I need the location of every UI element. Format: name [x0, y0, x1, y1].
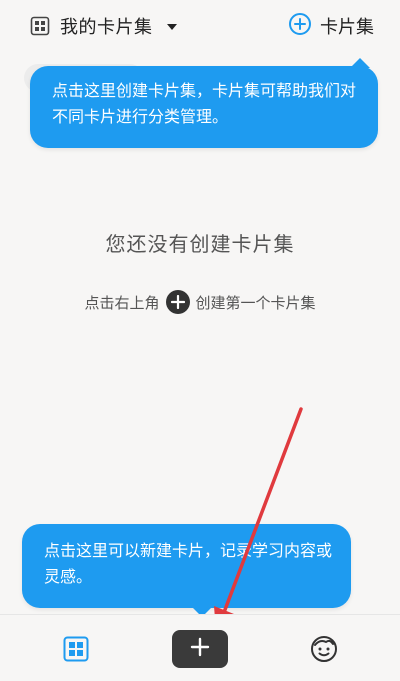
- new-card-tooltip: 点击这里可以新建卡片，记录学习内容或灵感。: [22, 524, 351, 617]
- plus-circle-icon: [288, 12, 312, 40]
- collection-switcher[interactable]: 我的卡片集: [30, 13, 177, 39]
- smiley-face-icon: [310, 636, 338, 667]
- empty-state-hint: 点击右上角 创建第一个卡片集: [0, 290, 400, 314]
- bottom-navigation: [0, 614, 400, 681]
- create-collection-tooltip: 点击这里创建卡片集，卡片集可帮助我们对不同卡片进行分类管理。: [30, 58, 378, 148]
- new-collection-button[interactable]: 卡片集: [288, 12, 374, 40]
- top-bar: 我的卡片集 卡片集: [0, 0, 400, 52]
- empty-hint-before: 点击右上角: [84, 293, 160, 312]
- collection-title: 我的卡片集: [60, 17, 153, 38]
- nav-profile-tab[interactable]: [310, 635, 338, 667]
- caret-down-icon[interactable]: [166, 24, 177, 30]
- empty-state-title: 您还没有创建卡片集: [105, 232, 295, 256]
- add-card-button[interactable]: [172, 630, 228, 668]
- new-collection-label: 卡片集: [320, 17, 374, 38]
- create-collection-tooltip-text: 点击这里创建卡片集，卡片集可帮助我们对不同卡片进行分类管理。: [52, 81, 357, 126]
- nav-cards-tab[interactable]: [63, 636, 89, 666]
- plus-icon: [190, 637, 210, 661]
- empty-hint-after: 创建第一个卡片集: [195, 293, 316, 312]
- grid-icon: [30, 16, 50, 36]
- cards-grid-icon: [63, 636, 89, 666]
- new-card-tooltip-text: 点击这里可以新建卡片，记录学习内容或灵感。: [44, 541, 333, 586]
- plus-icon: [165, 290, 190, 314]
